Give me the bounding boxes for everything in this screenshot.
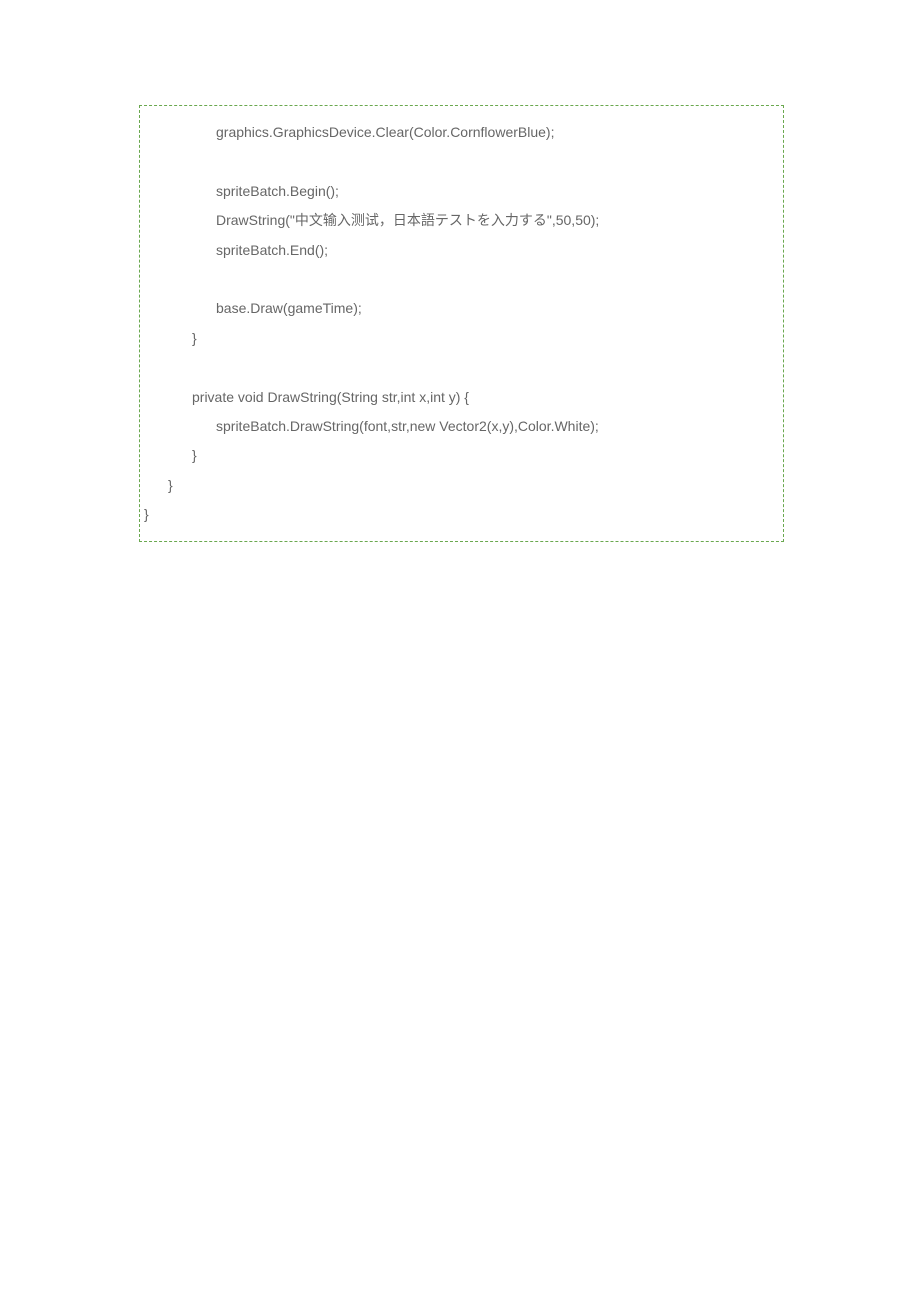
code-line [140,147,783,176]
code-line: base.Draw(gameTime); [140,294,783,323]
code-line [140,265,783,294]
code-line: graphics.GraphicsDevice.Clear(Color.Corn… [140,118,783,147]
code-line: private void DrawString(String str,int x… [140,383,783,412]
code-line [140,353,783,382]
code-line: spriteBatch.Begin(); [140,177,783,206]
code-line: spriteBatch.DrawString(font,str,new Vect… [140,412,783,441]
code-line: spriteBatch.End(); [140,236,783,265]
code-line: DrawString("中文输入测试，日本語テストを入力する",50,50); [140,206,783,235]
code-line: } [140,500,783,529]
code-line: } [140,471,783,500]
code-block: graphics.GraphicsDevice.Clear(Color.Corn… [139,105,784,542]
code-line: } [140,441,783,470]
code-line: } [140,324,783,353]
